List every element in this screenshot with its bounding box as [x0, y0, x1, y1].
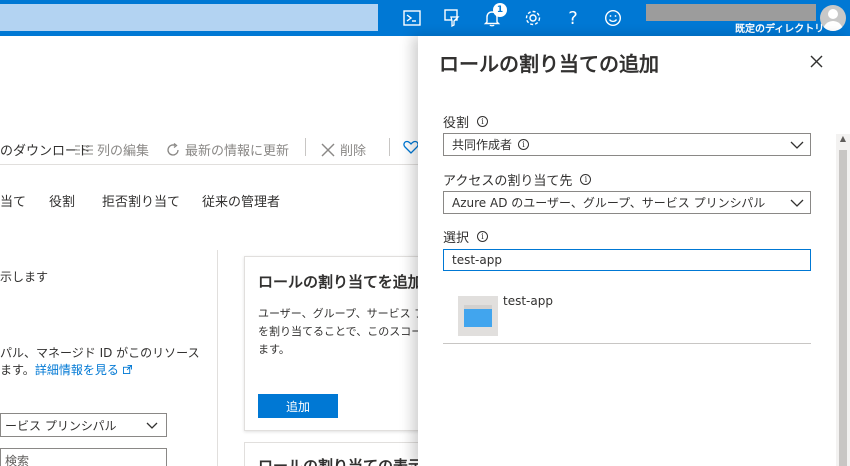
info-icon[interactable]: i — [580, 174, 592, 185]
tab-roles[interactable]: 役割 — [49, 191, 75, 210]
description-text: パル、マネージド ID がこのリソース — [0, 346, 200, 360]
column-divider — [217, 250, 218, 466]
description-text: 示します — [0, 270, 49, 284]
scrollbar-thumb[interactable] — [839, 150, 847, 466]
select-search-input[interactable] — [443, 249, 811, 271]
card-text: ます。 — [258, 343, 290, 356]
chevron-down-icon — [146, 422, 158, 429]
card-title: ロールの割り当てを追加す — [258, 273, 438, 291]
edit-columns-command[interactable]: 列の編集 — [75, 140, 149, 159]
delete-x-icon — [321, 143, 335, 156]
cloud-shell-icon[interactable] — [400, 6, 424, 30]
global-search-box[interactable] — [0, 4, 378, 31]
app-icon — [458, 296, 498, 336]
refresh-icon — [167, 142, 179, 156]
directory-filter-icon[interactable] — [440, 6, 464, 30]
directory-label[interactable]: 既定のディレクトリ — [735, 20, 824, 35]
external-link-icon — [122, 365, 132, 374]
info-icon[interactable]: i — [477, 116, 489, 127]
scroll-up-arrow-icon[interactable]: ▲ — [838, 134, 848, 144]
info-icon[interactable]: i — [518, 139, 530, 150]
description-text: ます。詳細情報を見る — [0, 361, 132, 378]
favorite-command[interactable] — [403, 140, 419, 154]
access-control-page: のダウンロード 列の編集 最新の情報に更新 削除 当て 役割 拒否割り当て 従来… — [0, 36, 447, 466]
assign-access-dropdown[interactable]: Azure AD のユーザー、グループ、サービス プリンシパル — [443, 191, 811, 214]
close-icon — [810, 55, 822, 67]
list-item[interactable]: test-app — [443, 284, 811, 344]
close-button[interactable] — [807, 52, 825, 70]
chevron-down-icon — [790, 141, 804, 149]
add-role-assignment-blade: ロールの割り当ての追加 役割 i 共同作成者 i アクセスの割り当て先 i Az… — [418, 36, 850, 466]
heart-icon — [403, 140, 419, 154]
gear-icon[interactable] — [521, 6, 545, 30]
delete-command[interactable]: 削除 — [320, 140, 366, 159]
search-input[interactable]: 検索 — [0, 448, 167, 466]
info-icon[interactable]: i — [477, 231, 489, 242]
role-label: 役割 i — [443, 112, 489, 131]
page-title: ロールの割り当ての追加 — [439, 52, 659, 76]
toolbar-divider-line — [0, 164, 418, 165]
toolbar-divider — [389, 138, 390, 156]
tab-check-access[interactable]: 当て — [0, 191, 26, 210]
help-icon[interactable]: ? — [561, 6, 585, 30]
refresh-command[interactable]: 最新の情報に更新 — [165, 140, 289, 159]
tab-deny-assignments[interactable]: 拒否割り当て — [102, 191, 180, 210]
learn-more-link[interactable]: 詳細情報を見る — [35, 363, 119, 377]
principal-type-select[interactable]: ービス プリンシパル — [0, 413, 167, 437]
add-role-assignment-card: ロールの割り当てを追加す ユーザー、グループ、サービス プリン を割り当てること… — [244, 256, 447, 431]
card-title: ロールの割り当ての表示 — [258, 457, 424, 466]
feedback-smiley-icon[interactable] — [601, 6, 625, 30]
select-label: 選択 i — [443, 227, 489, 246]
view-role-assignments-card: ロールの割り当ての表示 — [244, 442, 424, 466]
toolbar-divider — [305, 138, 306, 156]
add-button[interactable]: 追加 — [258, 394, 338, 418]
columns-icon — [75, 145, 93, 154]
top-bar: 1 ? 既定のディレクトリ — [0, 0, 850, 36]
scrollbar[interactable]: ▲ — [836, 134, 850, 466]
role-dropdown[interactable]: 共同作成者 i — [443, 133, 811, 156]
assign-access-label: アクセスの割り当て先 i — [443, 170, 592, 189]
card-text: を割り当てることで、このスコープの — [258, 325, 444, 338]
result-name: test-app — [503, 294, 553, 308]
avatar[interactable] — [820, 5, 846, 31]
account-name-redacted[interactable] — [646, 4, 816, 21]
chevron-down-icon — [790, 199, 804, 207]
notification-badge: 1 — [493, 3, 507, 17]
tab-classic-administrators[interactable]: 従来の管理者 — [202, 191, 280, 210]
